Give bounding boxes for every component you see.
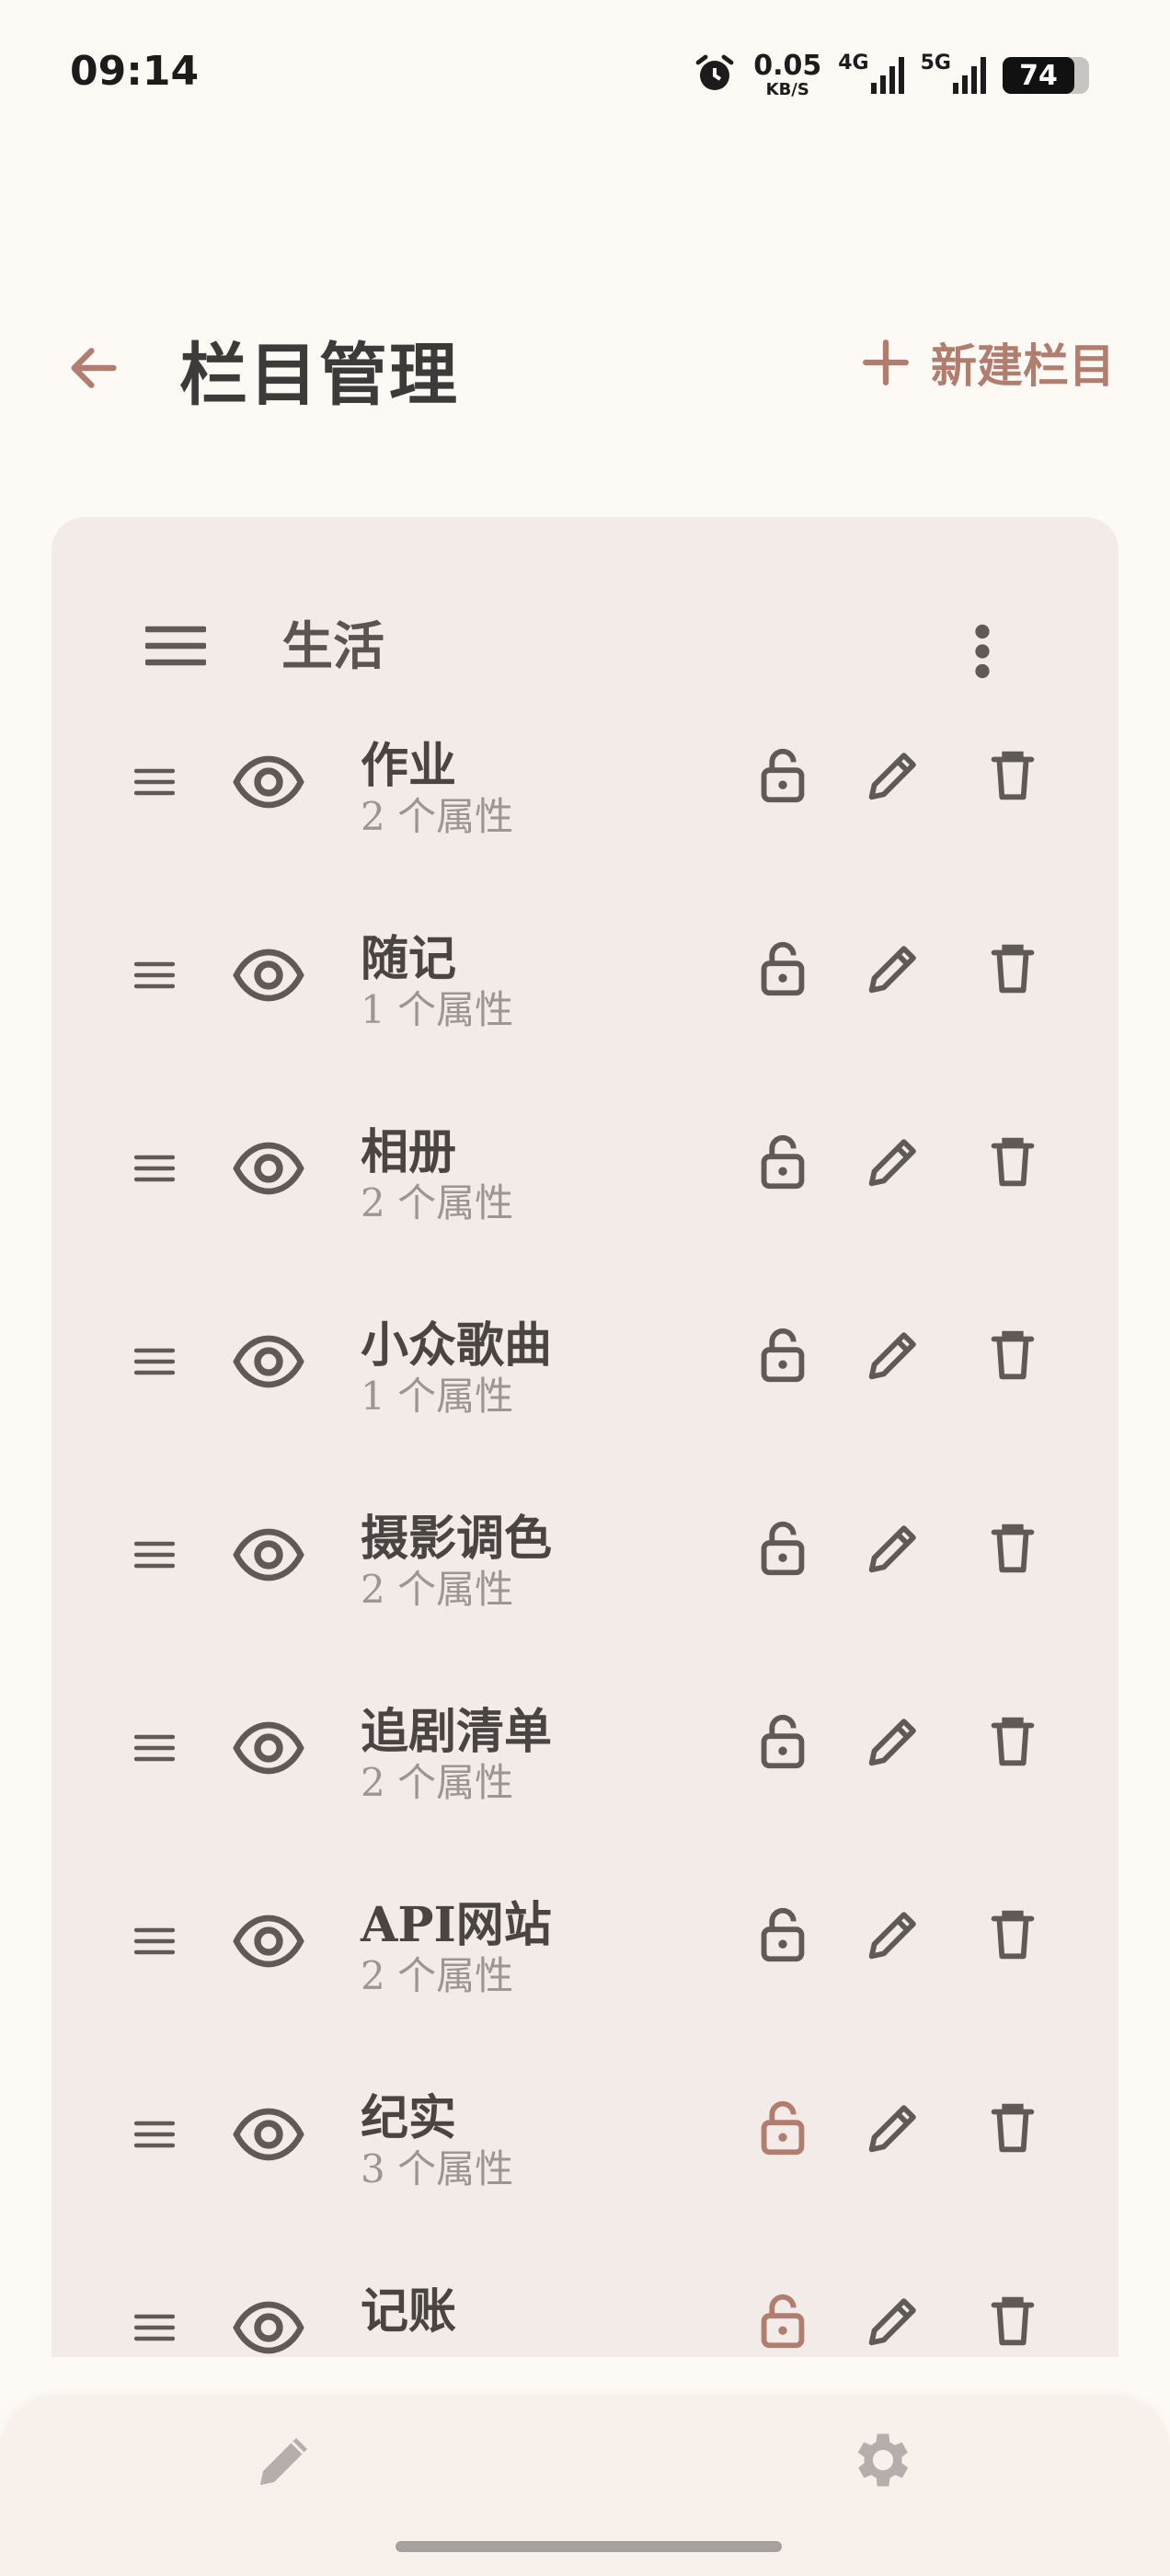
bottom-nav: [0, 2396, 1170, 2576]
column-row[interactable]: 纪实 3 个属性: [52, 2072, 1118, 2265]
visibility-eye-icon[interactable]: [232, 2291, 305, 2357]
column-attr-count: 2 个属性: [361, 1180, 514, 1225]
visibility-eye-icon[interactable]: [232, 1518, 305, 1595]
visibility-eye-icon[interactable]: [232, 1132, 305, 1209]
lock-open-icon[interactable]: [751, 1130, 815, 1198]
lock-open-icon[interactable]: [751, 2289, 815, 2357]
column-row[interactable]: 随记 1 个属性: [52, 913, 1118, 1106]
more-vert-icon: [975, 624, 990, 679]
lock-open-icon[interactable]: [751, 937, 815, 1005]
column-attr-count: 2 个属性: [361, 1953, 514, 1998]
column-row[interactable]: 记账: [52, 2265, 1118, 2357]
signal-bars-icon: [953, 57, 986, 94]
column-attr-count: 3 个属性: [361, 2146, 514, 2191]
visibility-eye-icon[interactable]: [232, 1711, 305, 1788]
edit-pencil-icon[interactable]: [861, 937, 925, 1005]
edit-pencil-icon[interactable]: [861, 1130, 925, 1198]
edit-pencil-icon[interactable]: [861, 1516, 925, 1584]
new-column-button[interactable]: 新建栏目: [859, 326, 1115, 399]
lock-open-icon[interactable]: [751, 1323, 815, 1391]
back-button[interactable]: [57, 331, 131, 405]
lock-open-icon[interactable]: [751, 2096, 815, 2164]
new-column-label: 新建栏目: [931, 339, 1115, 393]
edit-pencil-icon[interactable]: [861, 1903, 925, 1971]
page-title: 栏目管理: [179, 336, 459, 415]
column-attr-count: 1 个属性: [361, 1374, 514, 1419]
delete-trash-icon[interactable]: [981, 743, 1045, 811]
signal-5g: 5G: [921, 52, 986, 94]
battery-level: 74: [1003, 57, 1085, 94]
alarm-icon: [693, 52, 737, 99]
column-name: 记账: [361, 2283, 457, 2340]
drag-handle-icon[interactable]: [133, 2313, 176, 2346]
arrow-back-icon: [71, 348, 117, 388]
column-row[interactable]: 作业 2 个属性: [52, 719, 1118, 913]
delete-trash-icon[interactable]: [981, 1323, 1045, 1391]
category-title: 生活: [281, 616, 384, 677]
lock-open-icon[interactable]: [751, 1516, 815, 1584]
signal-4g: 4G: [838, 52, 904, 94]
column-row[interactable]: 小众歌曲 1 个属性: [52, 1299, 1118, 1492]
category-header: 生活: [52, 517, 1118, 683]
drag-handle-icon[interactable]: [133, 1540, 176, 1573]
net-speed: 0.05 KB/S: [753, 50, 822, 99]
column-row[interactable]: 追剧清单 2 个属性: [52, 1685, 1118, 1879]
category-card: 生活 作业 2 个属性 随记 1 个属性 相册 2 个属性 小众歌曲 1 个属性…: [52, 517, 1118, 2357]
delete-trash-icon[interactable]: [981, 1130, 1045, 1198]
pencil-icon: [260, 2438, 307, 2485]
edit-pencil-icon[interactable]: [861, 2289, 925, 2357]
category-drag-handle[interactable]: [143, 624, 208, 672]
visibility-eye-icon[interactable]: [232, 745, 305, 822]
status-bar: 09:14 0.05 KB/S 4G 5G 74: [0, 0, 1170, 138]
delete-trash-icon[interactable]: [981, 937, 1045, 1005]
column-list: 作业 2 个属性 随记 1 个属性 相册 2 个属性 小众歌曲 1 个属性 摄影…: [52, 719, 1118, 2357]
drag-handle-icon[interactable]: [133, 1926, 176, 1960]
drag-handle-icon[interactable]: [133, 767, 176, 800]
column-attr-count: 2 个属性: [361, 1760, 514, 1805]
lock-open-icon[interactable]: [751, 1709, 815, 1777]
battery-indicator: 74: [1003, 57, 1091, 94]
category-more-button[interactable]: [955, 615, 1010, 688]
drag-handle-icon[interactable]: [133, 960, 176, 994]
drag-handle-icon[interactable]: [133, 2120, 176, 2153]
column-attr-count: 2 个属性: [361, 794, 514, 839]
column-attr-count: 2 个属性: [361, 1567, 514, 1612]
column-row[interactable]: 摄影调色 2 个属性: [52, 1492, 1118, 1685]
delete-trash-icon[interactable]: [981, 2096, 1045, 2164]
visibility-eye-icon[interactable]: [232, 2098, 305, 2175]
lock-open-icon[interactable]: [751, 743, 815, 811]
column-row[interactable]: 相册 2 个属性: [52, 1106, 1118, 1299]
nav-edit-button[interactable]: [248, 2423, 322, 2497]
drag-handle-icon[interactable]: [133, 1154, 176, 1187]
drag-handle-icon[interactable]: [133, 1733, 176, 1766]
nav-settings-button[interactable]: [846, 2423, 920, 2497]
lock-open-icon[interactable]: [751, 1903, 815, 1971]
edit-pencil-icon[interactable]: [861, 1709, 925, 1777]
menu-icon: [143, 626, 208, 666]
column-attr-count: 1 个属性: [361, 987, 514, 1032]
visibility-eye-icon[interactable]: [232, 1325, 305, 1402]
edit-pencil-icon[interactable]: [861, 2096, 925, 2164]
gear-icon: [857, 2433, 909, 2487]
delete-trash-icon[interactable]: [981, 1903, 1045, 1971]
plus-icon: [863, 339, 909, 385]
drag-handle-icon[interactable]: [133, 1347, 176, 1380]
app-header: 栏目管理 新建栏目: [0, 276, 1170, 442]
visibility-eye-icon[interactable]: [232, 938, 305, 1016]
status-icons: 0.05 KB/S 4G 5G 74: [693, 48, 1091, 103]
signal-bars-icon: [870, 57, 904, 94]
home-indicator[interactable]: [396, 2541, 782, 2552]
status-time: 09:14: [70, 48, 200, 95]
visibility-eye-icon[interactable]: [232, 1904, 305, 1982]
column-row[interactable]: API网站 2 个属性: [52, 1879, 1118, 2072]
edit-pencil-icon[interactable]: [861, 1323, 925, 1391]
delete-trash-icon[interactable]: [981, 1709, 1045, 1777]
edit-pencil-icon[interactable]: [861, 743, 925, 811]
delete-trash-icon[interactable]: [981, 1516, 1045, 1584]
delete-trash-icon[interactable]: [981, 2289, 1045, 2357]
